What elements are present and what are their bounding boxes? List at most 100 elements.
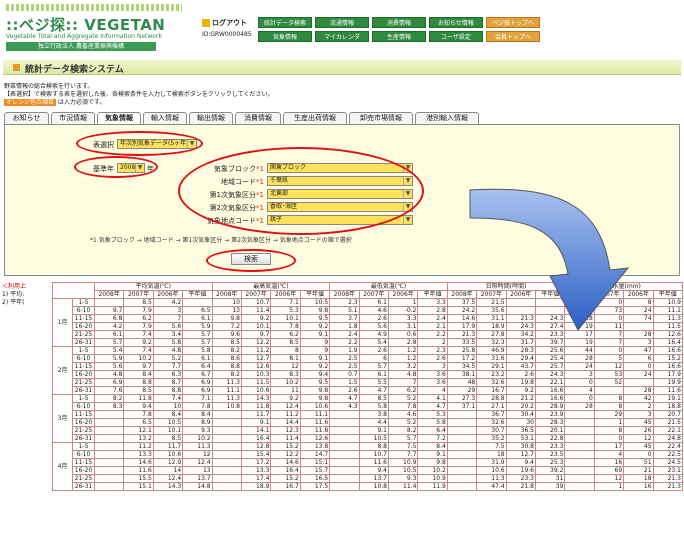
nav-news[interactable]: お知らせ情報 xyxy=(429,17,483,28)
value-cell: 2.6 xyxy=(505,370,537,379)
value-cell: 17.9 xyxy=(652,370,683,379)
tab-weather[interactable]: 気象情報 xyxy=(97,112,141,124)
nav-weather[interactable]: 気象情報 xyxy=(258,31,312,42)
value-cell: 8 xyxy=(593,426,625,435)
value-cell: 30.7 xyxy=(476,426,507,435)
value-cell: 8.2 xyxy=(93,394,125,403)
area2-value: 香取･海匝 xyxy=(270,203,298,210)
nav-mycalendar[interactable]: マイカレンダ xyxy=(315,31,369,42)
value-cell: 8.4 xyxy=(152,410,184,419)
value-cell xyxy=(329,426,360,435)
tab-export[interactable]: 輸出情報 xyxy=(189,112,233,124)
area2-select[interactable]: 香取･海匝 ▼ xyxy=(267,202,413,212)
value-cell: 8 xyxy=(270,346,301,355)
value-cell xyxy=(211,466,243,475)
table-row: 21-25 12.1 10.1 9.3 14.1 12.3 11.8 9.1 8.2 6.4 30.… xyxy=(53,426,683,435)
value-cell: 8 xyxy=(593,394,625,403)
value-cell: 74 xyxy=(623,314,654,323)
value-cell: 6.2 xyxy=(123,314,154,323)
subcol-header: 2007年 xyxy=(358,290,390,299)
value-cell: 11 xyxy=(270,386,301,395)
value-cell: 16.7 xyxy=(476,386,507,395)
chevron-down-icon: ▼ xyxy=(135,164,144,172)
table-select[interactable]: 年次別気象データ(5ヶ年) ▼ xyxy=(117,139,197,149)
value-cell xyxy=(564,442,595,451)
logout-link[interactable]: ログアウト xyxy=(202,18,247,28)
value-cell: 38.1 xyxy=(446,370,478,379)
value-cell: 6 xyxy=(623,354,654,363)
table-row: 1月 1-5 8.5 4.2 10 10.7 7.1 10.5 2.3 6.1 1 3.3 37.5 21… xyxy=(52,298,683,347)
tab-consumption[interactable]: 消費情報 xyxy=(235,112,281,124)
value-cell: 22.4 xyxy=(652,442,683,451)
value-cell: 0 xyxy=(593,346,625,355)
value-cell: 7.7 xyxy=(387,450,419,459)
value-cell: 14.3 xyxy=(240,394,272,403)
value-cell: 16.4 xyxy=(652,338,683,347)
value-cell: 11.4 xyxy=(270,434,301,443)
nav-vegetan-top[interactable]: ベジ探トップへ xyxy=(486,17,540,28)
value-cell: 10.6 xyxy=(152,450,184,459)
value-cell xyxy=(211,442,243,451)
value-cell: 6.4 xyxy=(417,426,448,435)
value-cell: 4.6 xyxy=(358,306,390,315)
value-cell: 7 xyxy=(593,330,625,339)
subcol-header: 2006年 xyxy=(623,290,654,299)
value-cell: 0 xyxy=(564,394,595,403)
group-header: 日照時間(時間) xyxy=(446,282,566,291)
value-cell xyxy=(93,474,125,483)
value-cell: 17.2 xyxy=(240,458,272,467)
tab-shipment[interactable]: 生産出荷情報 xyxy=(283,112,347,124)
tab-news[interactable]: お知らせ xyxy=(4,112,49,124)
value-cell: 16.6 xyxy=(534,394,566,403)
value-cell: 6 xyxy=(358,354,390,363)
nav-member-top[interactable]: 会員トップへ xyxy=(486,31,540,42)
value-cell: 7.8 xyxy=(182,402,213,411)
nav-stat-search[interactable]: 統計データ検索 xyxy=(258,17,312,28)
value-cell: 9.4 xyxy=(358,466,390,475)
value-cell: 5.4 xyxy=(93,346,125,355)
value-cell: 27.8 xyxy=(476,330,507,339)
tab-market[interactable]: 市況情報 xyxy=(51,112,95,124)
value-cell xyxy=(564,450,595,459)
value-cell: 2 xyxy=(417,338,448,347)
nav-user-settings[interactable]: ユーザ設定 xyxy=(429,31,483,42)
site-logo[interactable]: ::ベジ探:: VEGETAN xyxy=(6,14,165,35)
value-cell: 0 xyxy=(623,450,654,459)
period-cell: 16-20 xyxy=(72,370,95,379)
search-button[interactable]: 検索 xyxy=(231,253,271,265)
value-cell xyxy=(564,434,595,443)
value-cell: 9.2 xyxy=(299,322,331,331)
value-cell: 3.2 xyxy=(387,362,419,371)
value-cell: 26 xyxy=(623,426,654,435)
area1-select[interactable]: 北東部 ▼ xyxy=(267,189,413,199)
period-cell: 1-5 xyxy=(72,346,95,355)
value-cell: 4 xyxy=(417,386,448,395)
value-cell: 2 xyxy=(564,298,595,307)
value-cell: 5.9 xyxy=(182,322,213,331)
value-cell: 8.4 xyxy=(123,370,154,379)
value-cell: 3.6 xyxy=(417,378,448,387)
page-title: 統計データ検索システム xyxy=(25,65,124,75)
value-cell: 11.6 xyxy=(652,386,683,395)
tab-import[interactable]: 輸入情報 xyxy=(143,112,187,124)
nav-consumption[interactable]: 消費情報 xyxy=(372,17,426,28)
value-cell: 20.7 xyxy=(652,410,683,419)
value-cell: 11.9 xyxy=(417,482,448,491)
value-cell: 28.9 xyxy=(534,402,566,411)
value-cell: 12 xyxy=(182,450,213,459)
nav-distribution[interactable]: 流通情報 xyxy=(315,17,369,28)
base-year-select[interactable]: 2008 ▼ xyxy=(117,163,145,173)
subcol-header: 2006年 xyxy=(387,290,419,299)
value-cell: 24.8 xyxy=(652,434,683,443)
value-cell: 6.5 xyxy=(182,306,213,315)
value-cell: 9.7 xyxy=(240,330,272,339)
tab-port-import[interactable]: 港別輸入情報 xyxy=(415,112,479,124)
point-select[interactable]: 銚子 ▼ xyxy=(267,215,413,225)
value-cell: 10.2 xyxy=(417,466,448,475)
block-select[interactable]: 関東ブロック ▼ xyxy=(267,163,413,173)
tab-wholesale[interactable]: 卸売市場情報 xyxy=(349,112,413,124)
value-cell: 7.1 xyxy=(270,298,301,307)
nav-production[interactable]: 生産情報 xyxy=(372,31,426,42)
pref-select[interactable]: 千葉県 ▼ xyxy=(267,176,413,186)
value-cell: 12.6 xyxy=(299,434,331,443)
